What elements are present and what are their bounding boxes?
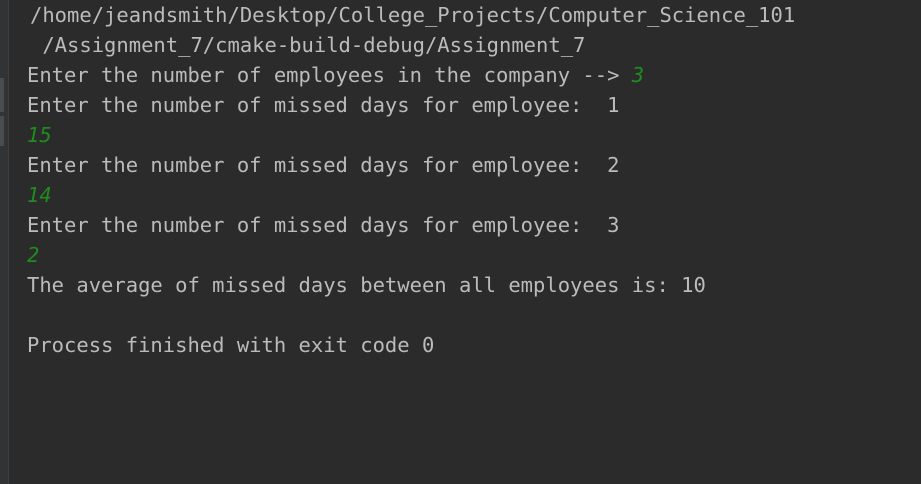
employee-count-line: Enter the number of employees in the com… — [27, 60, 644, 90]
missed-days-input-1: 15 — [27, 123, 52, 147]
executable-path-line: /home/jeandsmith/Desktop/College_Project… — [30, 3, 796, 27]
missed-days-input-2: 14 — [27, 183, 52, 207]
missed-days-prompt-3: Enter the number of missed days for empl… — [27, 213, 620, 237]
gutter-marker — [0, 116, 4, 146]
employee-count-prompt: Enter the number of employees in the com… — [27, 63, 632, 87]
missed-days-prompt-1: Enter the number of missed days for empl… — [27, 93, 620, 117]
missed-days-input-3: 2 — [27, 243, 40, 267]
process-exit-line: Process finished with exit code 0 — [27, 333, 435, 357]
missed-days-prompt-2: Enter the number of missed days for empl… — [27, 153, 620, 177]
run-console-output[interactable]: /home/jeandsmith/Desktop/College_Project… — [27, 0, 921, 484]
average-result-line: The average of missed days between all e… — [27, 273, 706, 297]
console-gutter — [0, 0, 9, 484]
executable-path-continuation: /Assignment_7/cmake-build-debug/Assignme… — [30, 33, 586, 57]
gutter-marker — [0, 78, 4, 112]
employee-count-input: 3 — [631, 63, 645, 87]
